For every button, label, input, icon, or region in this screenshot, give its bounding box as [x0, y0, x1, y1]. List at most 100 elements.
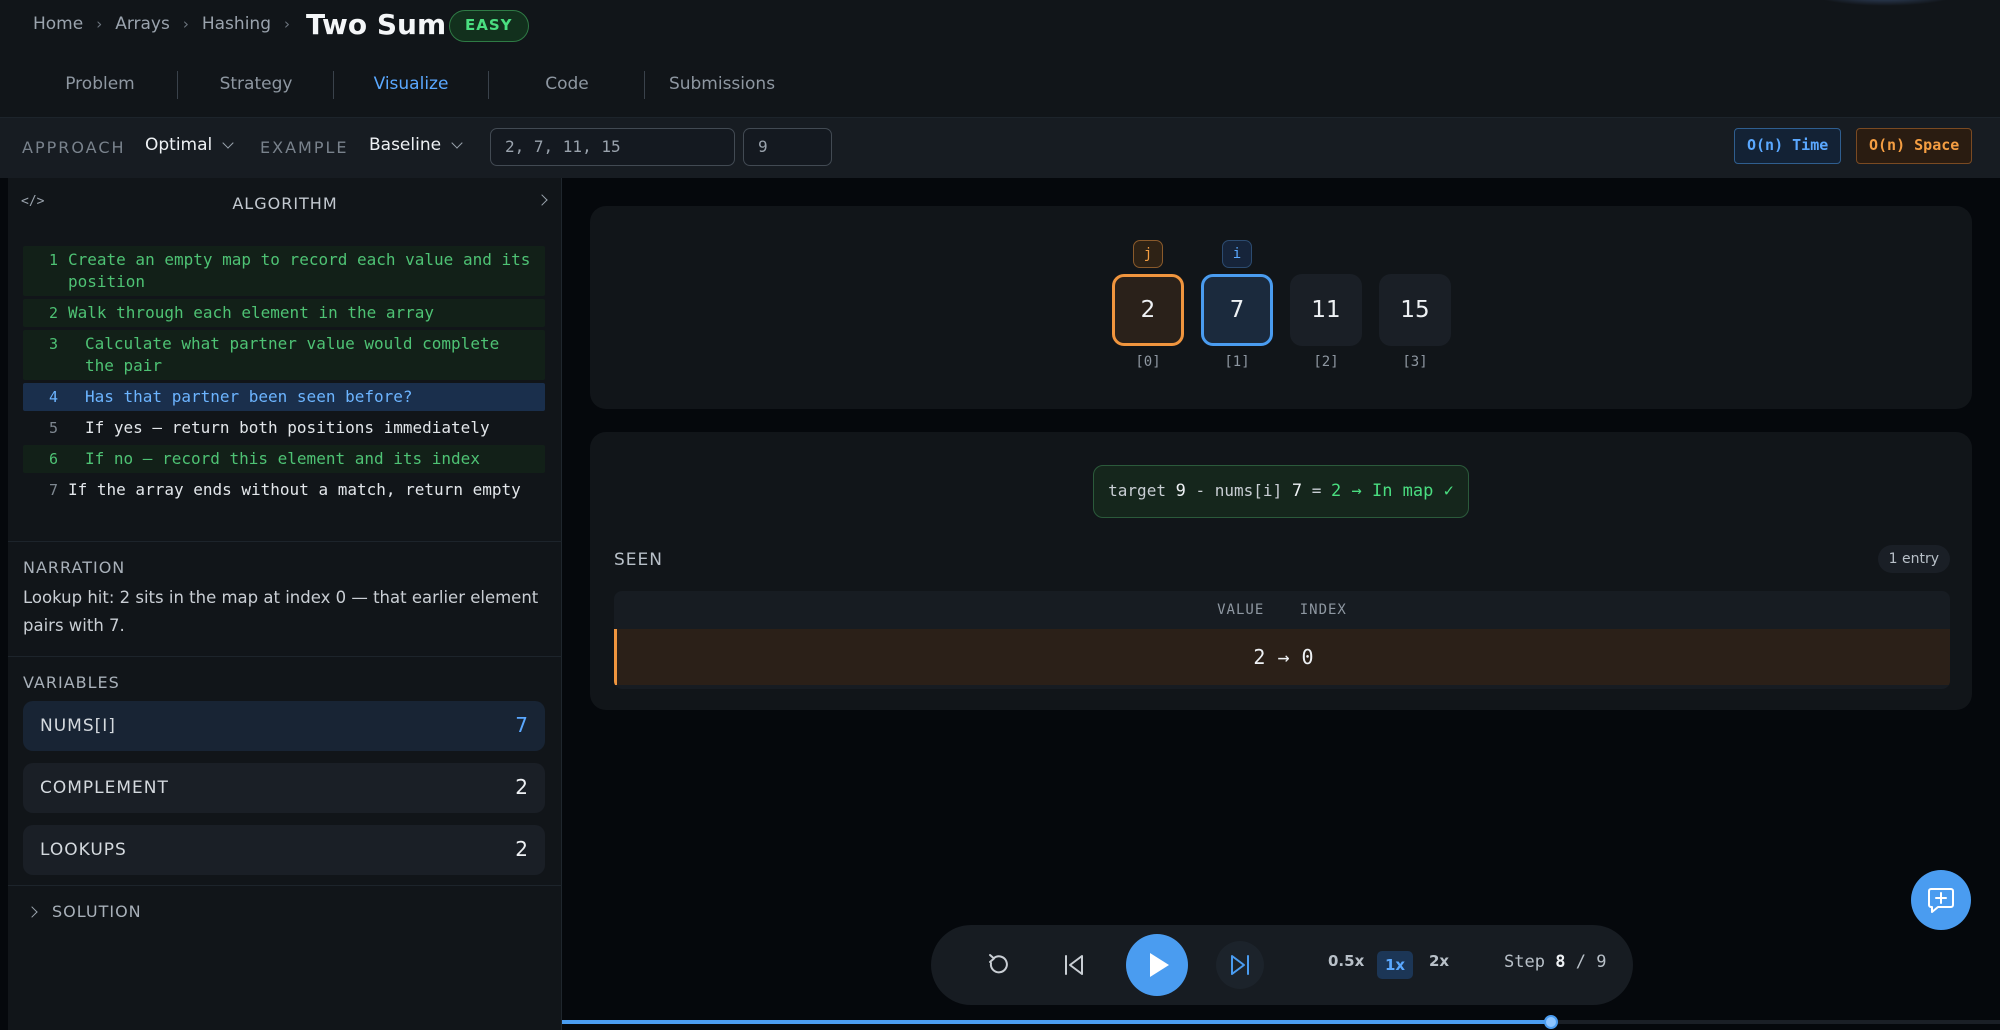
variable-row-complement: COMPLEMENT 2 [23, 763, 545, 813]
pointer-j-badge: j [1133, 240, 1163, 268]
column-index: INDEX [1299, 602, 1347, 618]
line-text: Walk through each element in the array [68, 303, 435, 322]
reset-icon [989, 954, 1008, 974]
line-number: 4 [48, 388, 58, 406]
algorithm-line-current: 4 Has that partner been seen before? [23, 383, 545, 411]
space-complexity-badge: O(n) Space [1856, 128, 1973, 164]
line-text: Create an empty map to record each value… [68, 250, 531, 291]
previous-step-button[interactable] [1050, 941, 1098, 989]
variables-label: VARIABLES [23, 673, 120, 692]
algorithm-line: 5 If yes — return both positions immedia… [23, 414, 545, 442]
variable-value: 2 [515, 775, 528, 799]
variable-row-nums-i: NUMS[I] 7 [23, 701, 545, 751]
step-total: 9 [1596, 952, 1607, 972]
complement-formula: target 9 - nums[i] 7 = 2 → In map ✓ [1093, 465, 1469, 518]
step-separator: / [1575, 952, 1586, 972]
approach-label: APPROACH [22, 138, 126, 157]
progress-fill [562, 1020, 1551, 1024]
algorithm-line: 6 If no — record this element and its in… [23, 445, 545, 473]
variable-name: LOOKUPS [40, 840, 127, 860]
breadcrumb-arrays[interactable]: Arrays [115, 14, 170, 34]
solution-toggle[interactable]: SOLUTION [26, 902, 142, 921]
chevron-down-icon [451, 136, 463, 149]
algorithm-header[interactable]: </> ALGORITHM [8, 178, 562, 228]
breadcrumb-separator-icon: › [96, 15, 103, 33]
array-visualization: j i 2 7 11 15 [0] [1] [2] [3] [590, 206, 1972, 409]
tab-visualize[interactable]: Visualize [333, 52, 489, 117]
formula-nums-label: nums[i] [1214, 481, 1283, 500]
tab-submissions[interactable]: Submissions [644, 52, 800, 117]
formula-target-label: target [1108, 481, 1166, 500]
narration-text: Lookup hit: 2 sits in the map at index 0… [23, 588, 539, 635]
seen-count-badge: 1 entry [1877, 545, 1950, 573]
seen-table-row: 2 → 0 [614, 629, 1950, 685]
algorithm-line: 2 Walk through each element in the array [23, 299, 545, 327]
next-step-button[interactable] [1216, 941, 1264, 989]
tab-strategy[interactable]: Strategy [178, 52, 334, 117]
nums-input[interactable]: 2, 7, 11, 15 [490, 128, 735, 166]
formula-nums-value: 7 [1291, 481, 1303, 501]
algorithm-line: 3 Calculate what partner value would com… [23, 330, 545, 380]
header-glow [1810, 0, 1960, 6]
variable-name: NUMS[I] [40, 716, 116, 736]
line-number: 7 [48, 481, 58, 499]
line-text: Has that partner been seen before? [85, 387, 413, 406]
left-panel: </> ALGORITHM 1 Create an empty map to r… [8, 178, 562, 1030]
step-label: Step [1504, 952, 1545, 972]
narration-label: NARRATION [23, 558, 126, 577]
step-counter: Step 8 / 9 [1504, 952, 1606, 972]
tab-bar: Problem Strategy Visualize Code Submissi… [0, 52, 2000, 117]
line-text: If yes — return both positions immediate… [85, 418, 490, 437]
algorithm-title: ALGORITHM [232, 194, 338, 213]
array-index: [0] [1135, 354, 1161, 370]
speed-1x[interactable]: 1x [1377, 951, 1413, 979]
speed-2x[interactable]: 2x [1429, 952, 1449, 970]
progress-scrubber[interactable] [562, 1015, 2000, 1029]
line-number: 6 [48, 450, 58, 468]
speed-0-5x[interactable]: 0.5x [1328, 952, 1364, 970]
array-cell: 7 [1201, 274, 1273, 346]
solution-label: SOLUTION [52, 902, 142, 921]
progress-handle[interactable] [1543, 1015, 1558, 1029]
line-text: Calculate what partner value would compl… [85, 334, 500, 375]
chat-button[interactable] [1911, 870, 1971, 930]
page-title: Two Sum [306, 8, 447, 41]
chevron-right-icon [26, 905, 38, 918]
chat-icon [1928, 888, 1954, 913]
breadcrumb-separator-icon: › [182, 15, 189, 33]
time-complexity-badge: O(n) Time [1734, 128, 1842, 164]
step-current: 8 [1555, 952, 1566, 972]
line-text: If no — record this element and its inde… [85, 449, 480, 468]
array-index: [3] [1402, 354, 1428, 370]
tab-code[interactable]: Code [489, 52, 645, 117]
line-text: If the array ends without a match, retur… [68, 480, 521, 499]
variable-name: COMPLEMENT [40, 778, 169, 798]
seen-table-header: VALUE INDEX [614, 591, 1950, 629]
array-index: [1] [1224, 354, 1250, 370]
array-cell: 11 [1290, 274, 1362, 346]
section-divider [8, 656, 562, 657]
section-divider [8, 885, 562, 886]
breadcrumb-home[interactable]: Home [33, 14, 83, 34]
line-number: 1 [48, 251, 58, 269]
breadcrumb-hashing[interactable]: Hashing [202, 14, 271, 34]
variable-row-lookups: LOOKUPS 2 [23, 825, 545, 875]
target-input[interactable]: 9 [743, 128, 832, 166]
line-number: 5 [48, 419, 58, 437]
approach-select[interactable]: Optimal [145, 135, 234, 155]
reset-button[interactable] [974, 941, 1022, 989]
line-number: 2 [48, 304, 58, 322]
algorithm-lines: 1 Create an empty map to record each val… [23, 246, 545, 507]
array-index: [2] [1313, 354, 1339, 370]
approach-value: Optimal [145, 135, 213, 155]
example-select[interactable]: Baseline [369, 135, 463, 155]
play-button[interactable] [1126, 934, 1188, 996]
array-cell: 15 [1379, 274, 1451, 346]
formula-target: 9 [1175, 481, 1186, 501]
array-cell: 2 [1112, 274, 1184, 346]
tab-problem[interactable]: Problem [22, 52, 178, 117]
skip-back-icon [1065, 955, 1083, 975]
skip-forward-icon [1231, 955, 1249, 975]
example-label: EXAMPLE [260, 138, 349, 157]
column-value: VALUE [1217, 602, 1265, 618]
